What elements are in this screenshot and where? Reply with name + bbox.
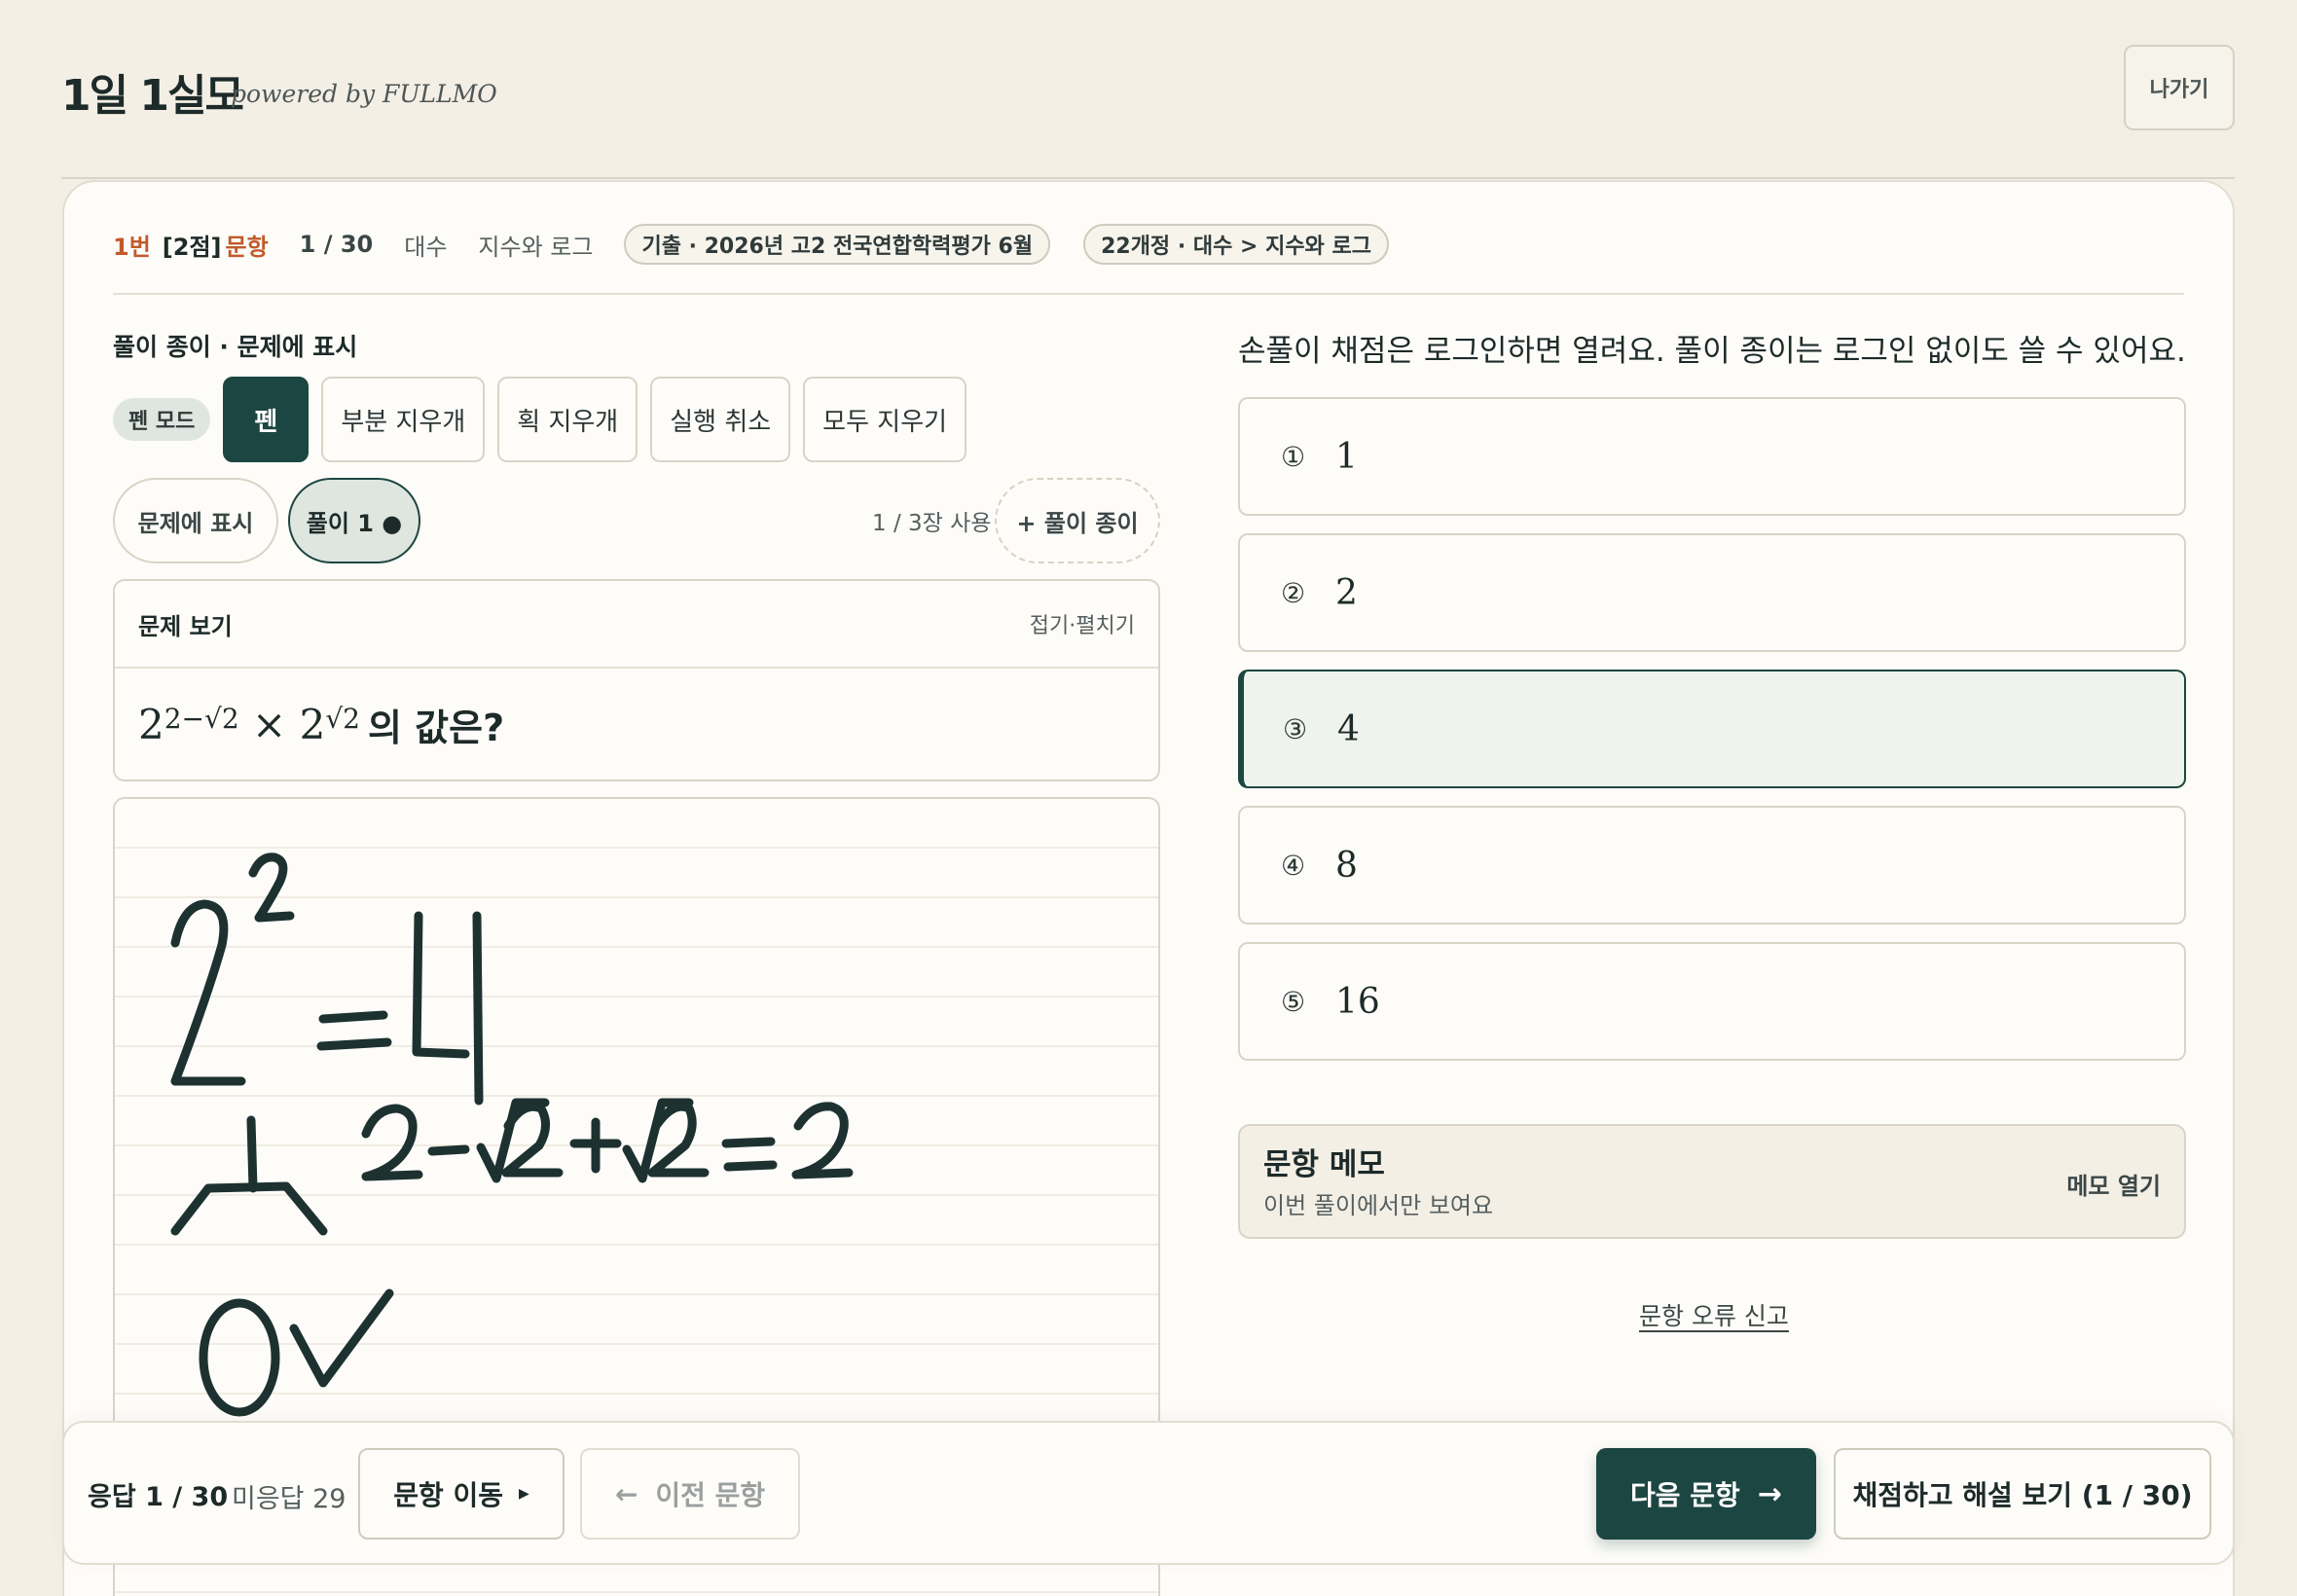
answer-option-3[interactable]: ③ 4 (1238, 670, 2186, 788)
option-mark: ③ (1283, 712, 1308, 745)
previous-question-button[interactable]: ← 이전 문항 (580, 1448, 800, 1540)
question-number: 1번 (113, 233, 151, 261)
option-mark: ⑤ (1281, 985, 1306, 1018)
option-value: 16 (1335, 981, 1380, 1022)
question-meta-row: 1번 [2점] 문항 1 / 30 대수 지수와 로그 기출 · 2026년 고… (113, 223, 1389, 266)
sheet-usage-count: 1 / 3장 사용 (872, 511, 992, 536)
report-error-link[interactable]: 문항 오류 신고 (1639, 1297, 1789, 1332)
next-question-button[interactable]: 다음 문항 → (1596, 1448, 1816, 1540)
question-kind: 문항 (225, 233, 269, 261)
sheet-selector-row: 문제에 표시 풀이 1 ● 1 / 3장 사용 + 풀이 종이 (113, 478, 1160, 563)
option-mark: ① (1281, 440, 1306, 473)
move-question-label: 문항 이동 (393, 1479, 503, 1511)
problem-question-text: 의 값은? (367, 706, 505, 749)
paper-section-title: 풀이 종이 · 문제에 표시 (113, 333, 358, 361)
pen-tool-button[interactable]: 펜 (223, 377, 310, 462)
pen-mode-badge: 펜 모드 (113, 398, 211, 441)
exit-button[interactable]: 나가기 (2124, 45, 2235, 130)
next-question-label: 다음 문항 (1630, 1479, 1740, 1511)
arrow-right-icon: → (1757, 1476, 1782, 1511)
meta-divider (113, 293, 2184, 295)
stroke-eraser-button[interactable]: 획 지우개 (497, 377, 638, 462)
answer-option-4[interactable]: ④ 8 (1238, 806, 2186, 925)
expr-base-1: 2 (138, 700, 164, 748)
memo-subtitle: 이번 풀이에서만 보여요 (1263, 1192, 1494, 1219)
unanswered-count: 미응답 29 (232, 1484, 346, 1514)
option-value: 8 (1335, 845, 1358, 886)
answered-count: 응답 1 / 30 (88, 1482, 229, 1512)
app-title: 1일 1실모 (61, 71, 244, 121)
expr-base-2: 2 (299, 700, 326, 748)
question-unit: 지수와 로그 (478, 233, 594, 261)
caret-right-icon: ▶ (519, 1486, 529, 1502)
problem-view-header: 문제 보기 접기·펼치기 (115, 581, 1158, 669)
login-notice: 손풀이 채점은 로그인하면 열려요. 풀이 종이는 로그인 없이도 쓸 수 있어… (1238, 334, 2186, 369)
question-card: 1번 [2점] 문항 1 / 30 대수 지수와 로그 기출 · 2026년 고… (62, 180, 2235, 1596)
header-divider (61, 177, 2235, 179)
answer-option-5[interactable]: ⑤ 16 (1238, 942, 2186, 1061)
bottom-action-bar: 응답 1 / 30 미응답 29 문항 이동 ▶ ← 이전 문항 다음 문항 →… (62, 1421, 2235, 1565)
powered-by-label: powered by FULLMO (231, 80, 497, 108)
arrow-left-icon: ← (614, 1477, 638, 1510)
curriculum-chip: 22개정 · 대수 > 지수와 로그 (1083, 224, 1389, 265)
problem-expression: 2 2−√2 × 2 √2 의 값은? (115, 669, 1158, 780)
answer-option-1[interactable]: ① 1 (1238, 397, 2186, 516)
question-progress: 1 / 30 (299, 231, 374, 258)
grade-and-view-solution-button[interactable]: 채점하고 해설 보기 (1 / 30) (1834, 1448, 2211, 1540)
option-mark: ② (1281, 576, 1306, 609)
memo-open-button[interactable]: 메모 열기 (2066, 1167, 2161, 1201)
option-mark: ④ (1281, 849, 1306, 882)
clear-all-button[interactable]: 모두 지우기 (803, 377, 967, 462)
sheet-show-on-problem[interactable]: 문제에 표시 (113, 478, 278, 563)
option-value: 4 (1337, 708, 1360, 749)
move-question-button[interactable]: 문항 이동 ▶ (358, 1448, 565, 1540)
problem-collapse-toggle[interactable]: 접기·펼치기 (1030, 608, 1135, 639)
sheet-solution-1[interactable]: 풀이 1 ● (288, 478, 420, 563)
option-value: 1 (1335, 436, 1358, 477)
question-subject: 대수 (404, 233, 448, 261)
memo-title: 문항 메모 (1263, 1147, 1385, 1182)
question-points: [2점] (162, 233, 222, 261)
add-sheet-button[interactable]: + 풀이 종이 (995, 478, 1160, 563)
expr-exponent-2: √2 (325, 702, 360, 735)
option-value: 2 (1335, 572, 1358, 613)
problem-view: 문제 보기 접기·펼치기 2 2−√2 × 2 √2 의 값은? (113, 579, 1160, 781)
problem-view-title: 문제 보기 (138, 612, 233, 640)
source-chip: 기출 · 2026년 고2 전국연합학력평가 6월 (624, 224, 1051, 265)
expr-times: × (238, 700, 300, 748)
partial-eraser-button[interactable]: 부분 지우개 (321, 377, 486, 462)
undo-button[interactable]: 실행 취소 (650, 377, 791, 462)
app-header: 1일 1실모 powered by FULLMO 나가기 (61, 45, 2235, 132)
expr-exponent-1: 2−√2 (164, 702, 239, 735)
previous-question-label: 이전 문항 (655, 1479, 766, 1511)
answer-option-2[interactable]: ② 2 (1238, 533, 2186, 652)
question-memo[interactable]: 문항 메모 이번 풀이에서만 보여요 메모 열기 (1238, 1124, 2186, 1239)
pen-toolbar: 펜 모드 펜 부분 지우개 획 지우개 실행 취소 모두 지우기 (113, 377, 967, 462)
